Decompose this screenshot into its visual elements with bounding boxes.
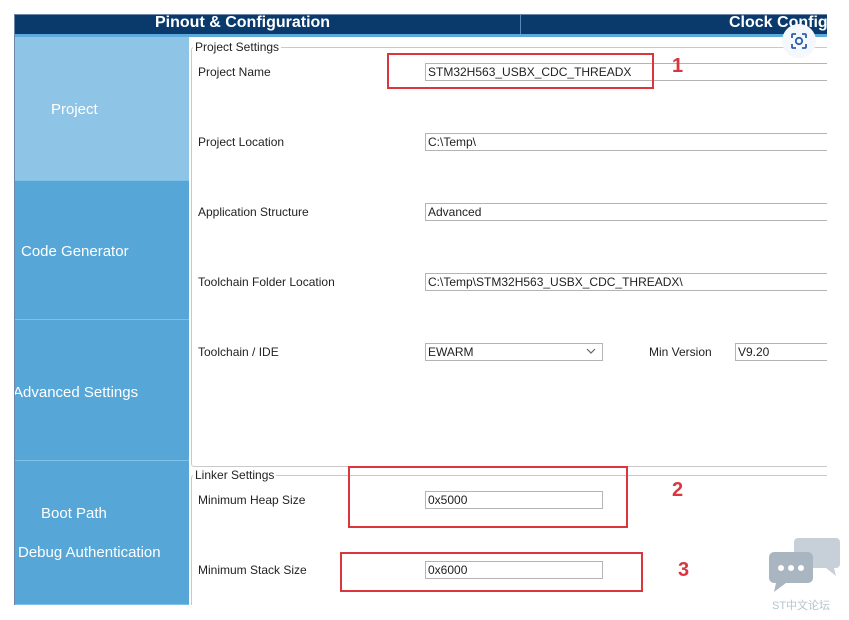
toolchain-folder-field[interactable]: C:\Temp\STM32H563_USBX_CDC_THREADX\ [425, 273, 827, 291]
top-tab-bar: Pinout & Configuration Clock Config [15, 15, 827, 37]
annotation-box-2 [348, 466, 628, 528]
annotation-number-3: 3 [678, 559, 690, 581]
watermark-text: ST中文论坛 [772, 600, 831, 612]
toolchain-ide-select[interactable]: EWARM [425, 343, 603, 361]
application-structure-field[interactable]: Advanced [425, 203, 827, 221]
project-settings-group [191, 47, 827, 467]
project-settings-legend: Project Settings [193, 40, 282, 54]
min-version-label: Min Version [649, 345, 712, 359]
sidebar-item-project[interactable]: Project [15, 37, 189, 181]
chevron-down-icon [586, 348, 596, 354]
project-location-label: Project Location [198, 135, 285, 149]
sidebar-item-code-generator[interactable]: Code Generator [15, 181, 189, 320]
application-structure-label: Application Structure [198, 205, 309, 219]
sidebar-item-label: Code Generator [21, 243, 129, 260]
sidebar: Project Code Generator Advanced Settings… [15, 37, 189, 605]
sidebar-item-label: Project [51, 101, 98, 118]
annotation-box-1 [387, 53, 654, 89]
annotation-box-3 [340, 552, 643, 592]
project-name-label: Project Name [198, 65, 271, 79]
toolchain-ide-label: Toolchain / IDE [198, 345, 279, 359]
toolchain-folder-label: Toolchain Folder Location [198, 275, 335, 289]
sidebar-item-boot-path[interactable]: Boot Path [15, 461, 189, 605]
min-version-field[interactable]: V9.20 [735, 343, 827, 361]
tab-divider [520, 15, 521, 34]
lens-icon [791, 33, 807, 49]
sidebar-item-debug-authentication[interactable]: Debug Authentication [18, 544, 161, 561]
linker-settings-legend: Linker Settings [193, 468, 277, 482]
min-heap-size-label: Minimum Heap Size [198, 493, 306, 507]
sidebar-item-label: Boot Path [41, 505, 107, 522]
sidebar-item-label: Advanced Settings [14, 384, 139, 401]
visual-search-button[interactable] [782, 24, 816, 58]
annotation-number-2: 2 [672, 479, 684, 501]
project-location-field[interactable]: C:\Temp\ [425, 133, 827, 151]
sidebar-item-advanced-settings[interactable]: Advanced Settings [15, 320, 189, 461]
tab-pinout-configuration[interactable]: Pinout & Configuration [155, 15, 330, 34]
toolchain-ide-value: EWARM [428, 345, 474, 359]
annotation-number-1: 1 [672, 55, 684, 77]
min-stack-size-label: Minimum Stack Size [198, 563, 307, 577]
